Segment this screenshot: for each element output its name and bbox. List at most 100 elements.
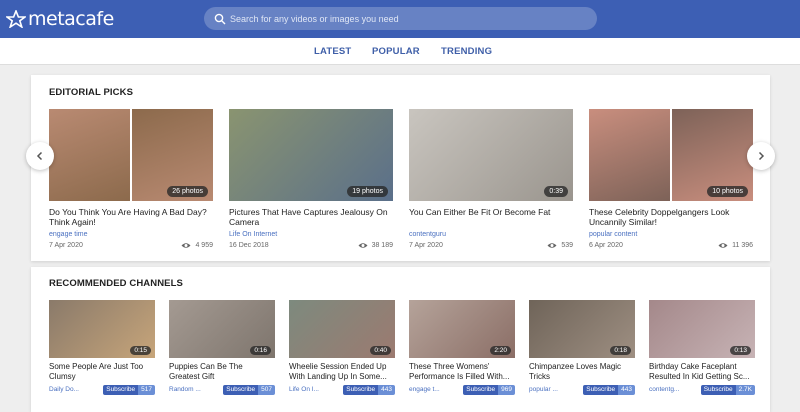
card-date: 7 Apr 2020 xyxy=(49,242,83,249)
subscribe-button[interactable]: Subscribe 969 xyxy=(463,385,515,395)
editorial-card[interactable]: 26 photos Do You Think You Are Having A … xyxy=(49,109,213,252)
card-thumbnail[interactable]: 19 photos xyxy=(229,109,393,201)
subscribe-button[interactable]: Subscribe 2.7K xyxy=(700,385,755,395)
subscriber-count: 443 xyxy=(618,385,635,395)
subscribe-button[interactable]: Subscribe 443 xyxy=(343,385,395,395)
metacafe-logo[interactable]: metacafe xyxy=(6,7,114,31)
duration-badge: 0:40 xyxy=(370,346,391,355)
card-views: 38 189 xyxy=(358,242,393,249)
subscribe-button[interactable]: Subscribe 517 xyxy=(103,385,155,395)
subscribe-label: Subscribe xyxy=(103,385,139,395)
card-views: 11 396 xyxy=(718,242,753,249)
card-views: 4 959 xyxy=(181,242,213,249)
view-count: 4 959 xyxy=(195,242,213,249)
duration-badge: 0:16 xyxy=(250,346,271,355)
duration-badge: 0:39 xyxy=(544,186,568,197)
subscriber-count: 969 xyxy=(498,385,515,395)
duration-badge: 0:13 xyxy=(730,346,751,355)
channel-footer: popular ... Subscribe 443 xyxy=(529,385,635,395)
tab-latest[interactable]: LATEST xyxy=(314,46,351,57)
card-views: 539 xyxy=(547,242,573,249)
view-count: 539 xyxy=(561,242,573,249)
channel-thumbnail[interactable]: 0:16 xyxy=(169,300,275,358)
channel-video-title[interactable]: Birthday Cake Faceplant Resulted In Kid … xyxy=(649,362,755,382)
channel-name[interactable]: popular ... xyxy=(529,386,569,393)
card-thumbnail[interactable]: 26 photos xyxy=(49,109,213,201)
subscriber-count: 517 xyxy=(138,385,155,395)
channel-card[interactable]: 0:13 Birthday Cake Faceplant Resulted In… xyxy=(649,300,755,395)
subscribe-button[interactable]: Subscribe 507 xyxy=(223,385,275,395)
card-source[interactable]: popular content xyxy=(589,231,753,238)
card-meta: 7 Apr 2020 539 xyxy=(409,242,573,252)
chevron-left-icon xyxy=(36,151,43,161)
carousel-prev-button[interactable] xyxy=(26,142,54,170)
channel-name[interactable]: contentg... xyxy=(649,386,689,393)
tab-popular[interactable]: POPULAR xyxy=(372,46,420,57)
channel-name[interactable]: Daily Do... xyxy=(49,386,89,393)
card-source[interactable]: engage time xyxy=(49,231,213,238)
card-date: 7 Apr 2020 xyxy=(409,242,443,249)
channel-thumbnail[interactable]: 0:40 xyxy=(289,300,395,358)
editorial-picks-section: EDITORIAL PICKS 26 photos Do You Think Y… xyxy=(31,75,770,261)
photo-count-badge: 10 photos xyxy=(707,186,748,197)
search-input[interactable] xyxy=(230,13,570,24)
star-logo-icon xyxy=(6,10,26,28)
subscribe-label: Subscribe xyxy=(583,385,619,395)
logo-text: metacafe xyxy=(28,8,114,30)
channel-card[interactable]: 2:20 These Three Womens' Performance Is … xyxy=(409,300,515,395)
eye-icon xyxy=(547,243,557,248)
tab-trending[interactable]: TRENDING xyxy=(441,46,492,57)
card-title[interactable]: Do You Think You Are Having A Bad Day? T… xyxy=(49,207,213,227)
channel-video-title[interactable]: Some People Are Just Too Clumsy xyxy=(49,362,155,382)
channel-thumbnail[interactable]: 2:20 xyxy=(409,300,515,358)
channel-card[interactable]: 0:18 Chimpanzee Loves Magic Tricks popul… xyxy=(529,300,635,395)
card-title[interactable]: You Can Either Be Fit Or Become Fat xyxy=(409,207,573,227)
card-title[interactable]: These Celebrity Doppelgangers Look Uncan… xyxy=(589,207,753,227)
channel-video-title[interactable]: These Three Womens' Performance Is Fille… xyxy=(409,362,515,382)
card-source[interactable]: contentguru xyxy=(409,231,573,238)
carousel-next-button[interactable] xyxy=(747,142,775,170)
editorial-card[interactable]: 0:39 You Can Either Be Fit Or Become Fat… xyxy=(409,109,573,252)
channel-card[interactable]: 0:15 Some People Are Just Too Clumsy Dai… xyxy=(49,300,155,395)
card-meta: 6 Apr 2020 11 396 xyxy=(589,242,753,252)
subscribe-label: Subscribe xyxy=(463,385,499,395)
section-title: EDITORIAL PICKS xyxy=(49,87,134,98)
card-thumbnail[interactable]: 10 photos xyxy=(589,109,753,201)
card-meta: 7 Apr 2020 4 959 xyxy=(49,242,213,252)
card-date: 6 Apr 2020 xyxy=(589,242,623,249)
channel-thumbnail[interactable]: 0:18 xyxy=(529,300,635,358)
channel-name[interactable]: engage t... xyxy=(409,386,449,393)
channel-video-title[interactable]: Chimpanzee Loves Magic Tricks xyxy=(529,362,635,382)
channel-footer: Daily Do... Subscribe 517 xyxy=(49,385,155,395)
channel-card[interactable]: 0:16 Puppies Can Be The Greatest Gift Ra… xyxy=(169,300,275,395)
editorial-card[interactable]: 19 photos Pictures That Have Captures Je… xyxy=(229,109,393,252)
channel-thumbnail[interactable]: 0:13 xyxy=(649,300,755,358)
card-thumbnail[interactable]: 0:39 xyxy=(409,109,573,201)
channel-video-title[interactable]: Wheelie Session Ended Up With Landing Up… xyxy=(289,362,395,382)
photo-count-badge: 19 photos xyxy=(347,186,388,197)
subscriber-count: 2.7K xyxy=(735,385,755,395)
channel-video-title[interactable]: Puppies Can Be The Greatest Gift xyxy=(169,362,275,382)
eye-icon xyxy=(181,243,191,248)
eye-icon xyxy=(718,243,728,248)
channel-footer: contentg... Subscribe 2.7K xyxy=(649,385,755,395)
subscribe-button[interactable]: Subscribe 443 xyxy=(583,385,635,395)
card-source[interactable]: Life On Internet xyxy=(229,231,393,238)
channel-footer: engage t... Subscribe 969 xyxy=(409,385,515,395)
subscribe-label: Subscribe xyxy=(343,385,379,395)
search-bar[interactable] xyxy=(204,7,597,30)
recommended-channels-section: RECOMMENDED CHANNELS 0:15 Some People Ar… xyxy=(31,267,770,412)
eye-icon xyxy=(358,243,368,248)
duration-badge: 0:18 xyxy=(610,346,631,355)
channel-name[interactable]: Life On I... xyxy=(289,386,329,393)
subscriber-count: 443 xyxy=(378,385,395,395)
channel-thumbnail[interactable]: 0:15 xyxy=(49,300,155,358)
duration-badge: 2:20 xyxy=(490,346,511,355)
channel-footer: Life On I... Subscribe 443 xyxy=(289,385,395,395)
card-title[interactable]: Pictures That Have Captures Jealousy On … xyxy=(229,207,393,227)
view-count: 38 189 xyxy=(371,242,393,249)
channel-name[interactable]: Random ... xyxy=(169,386,209,393)
editorial-card[interactable]: 10 photos These Celebrity Doppelgangers … xyxy=(589,109,753,252)
card-date: 16 Dec 2018 xyxy=(229,242,269,249)
channel-card[interactable]: 0:40 Wheelie Session Ended Up With Landi… xyxy=(289,300,395,395)
